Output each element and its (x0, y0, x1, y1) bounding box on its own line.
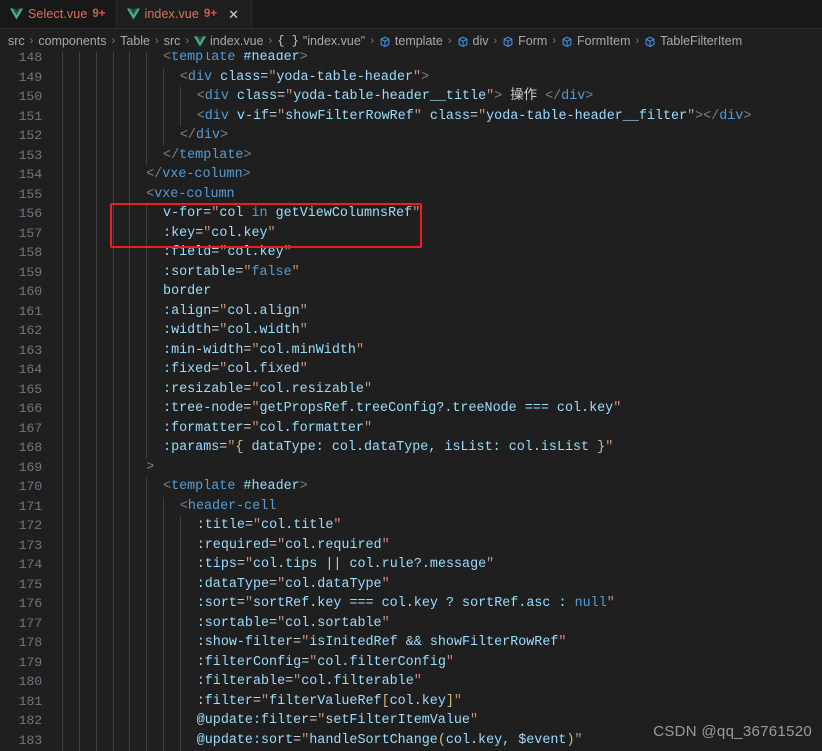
tab-bar-filler (252, 0, 822, 28)
code-line[interactable]: :min-width="col.minWidth" (163, 341, 364, 361)
code-line[interactable]: :filterConfig="col.filterConfig" (197, 653, 454, 673)
breadcrumb-separator: › (493, 34, 498, 47)
editor-tab-bar: Select.vue 9+ index.vue 9+ ✕ (0, 0, 822, 29)
breadcrumb-separator: › (185, 34, 190, 47)
code-line[interactable]: v-for="col in getViewColumnsRef" (163, 204, 420, 224)
breadcrumb-item-label: template (394, 33, 443, 48)
breadcrumb-item-src[interactable]: src (164, 34, 181, 48)
tab-problem-badge: 9+ (92, 8, 106, 20)
code-line[interactable]: :fixed="col.fixed" (163, 360, 308, 380)
breadcrumb-item-label: "index.vue" (302, 33, 366, 48)
code-line[interactable]: :show-filter="isInitedRef && showFilterR… (197, 633, 567, 653)
code-line[interactable]: :width="col.width" (163, 321, 308, 341)
code-line[interactable]: <vxe-column (146, 185, 234, 205)
code-line[interactable]: :required="col.required" (197, 536, 390, 556)
code-line[interactable]: <div v-if="showFilterRowRef" class="yoda… (197, 107, 752, 127)
code-line[interactable]: :params="{ dataType: col.dataType, isLis… (163, 438, 613, 458)
code-line[interactable]: :sortable="false" (163, 263, 300, 283)
close-icon[interactable]: ✕ (226, 7, 241, 22)
breadcrumb-item-label: FormItem (577, 33, 631, 48)
code-line[interactable]: > (146, 458, 154, 478)
breadcrumb-separator: › (370, 34, 374, 47)
breadcrumb-separator: › (552, 34, 557, 47)
braces-icon: { } (277, 33, 299, 48)
breadcrumb-item-indexvue[interactable]: index.vue (194, 34, 264, 48)
breadcrumb-item-label: index.vue (210, 33, 264, 48)
breadcrumb-item-label: Form (518, 33, 548, 48)
breadcrumb-separator: › (111, 34, 116, 47)
cube-icon (379, 36, 391, 48)
breadcrumb-item-template[interactable]: template (379, 34, 443, 48)
code-line[interactable]: <div class="yoda-table-header"> (180, 68, 429, 88)
breadcrumb-item-label: components (38, 33, 107, 48)
cube-icon (561, 36, 573, 48)
breadcrumb-item-div[interactable]: div (457, 34, 489, 48)
code-line[interactable]: :tree-node="getPropsRef.treeConfig?.tree… (163, 399, 621, 419)
breadcrumb-separator: › (29, 34, 34, 47)
code-line[interactable]: :sort="sortRef.key === col.key ? sortRef… (197, 594, 615, 614)
breadcrumb-item-components[interactable]: components (38, 34, 106, 48)
breadcrumb-item-label: TableFilterItem (660, 33, 743, 48)
vscode-window: Select.vue 9+ index.vue 9+ ✕ src › compone… (0, 0, 822, 751)
code-line[interactable]: <template #header> (163, 52, 308, 68)
breadcrumb-item-label: src (163, 33, 181, 48)
cube-icon (644, 36, 656, 48)
code-line[interactable]: <div class="yoda-table-header__title"> 操… (197, 87, 594, 107)
tab-label: Select.vue (28, 7, 88, 21)
breadcrumb-separator: › (635, 34, 640, 47)
breadcrumb-separator: › (447, 34, 452, 47)
code-line[interactable]: :formatter="col.formatter" (163, 419, 372, 439)
code-line[interactable]: </div> (180, 126, 228, 146)
breadcrumb-item-label: Table (120, 33, 151, 48)
code-line[interactable]: :title="col.title" (197, 516, 342, 536)
breadcrumb-item-table[interactable]: Table (120, 34, 150, 48)
code-line[interactable]: :field="col.key" (163, 243, 292, 263)
code-line[interactable]: :resizable="col.resizable" (163, 380, 372, 400)
code-line[interactable]: :filterable="col.filterable" (197, 672, 422, 692)
breadcrumb-item-tablefilteritem[interactable]: TableFilterItem (644, 34, 742, 48)
breadcrumb: src › components › Table › src › index.vue › { } "i… (0, 29, 822, 52)
code-line[interactable]: :filter="filterValueRef[col.key]" (197, 692, 462, 712)
cube-icon (502, 36, 514, 48)
code-line[interactable]: <template #header> (163, 477, 308, 497)
breadcrumb-item-formitem[interactable]: FormItem (561, 33, 631, 48)
code-line[interactable]: :sortable="col.sortable" (197, 614, 390, 634)
breadcrumb-item-indexvue[interactable]: { } "index.vue" (277, 34, 365, 48)
tab-problem-badge: 9+ (203, 8, 218, 20)
cube-icon (457, 36, 469, 48)
code-line[interactable]: :tips="col.tips || col.rule?.message" (197, 555, 494, 575)
code-line[interactable]: border (163, 282, 211, 302)
breadcrumb-item-label: div (472, 33, 489, 48)
code-line[interactable]: @update:sort="handleSortChange(col.key, … (197, 731, 583, 751)
breadcrumb-item-form[interactable]: Form (502, 34, 547, 48)
code-line[interactable]: :align="col.align" (163, 302, 308, 322)
breadcrumb-item-src[interactable]: src (8, 34, 25, 48)
tab-index-vue[interactable]: index.vue 9+ ✕ (116, 0, 253, 28)
vue-logo-icon (126, 8, 140, 20)
vue-logo-icon (194, 35, 207, 48)
code-line[interactable]: @update:filter="setFilterItemValue" (197, 711, 478, 731)
code-line[interactable]: <header-cell (180, 497, 276, 517)
code-line[interactable]: </template> (163, 146, 251, 166)
breadcrumb-separator: › (268, 34, 273, 47)
tab-select-vue[interactable]: Select.vue 9+ (0, 0, 117, 28)
code-content[interactable]: <template #header> <div class="yoda-table… (0, 52, 822, 751)
code-line[interactable]: </vxe-column> (146, 165, 250, 185)
breadcrumb-separator: › (155, 34, 159, 47)
vue-logo-icon (10, 8, 23, 20)
code-line[interactable]: :dataType="col.dataType" (197, 575, 390, 595)
breadcrumb-item-label: src (8, 33, 25, 48)
tab-label: index.vue (144, 7, 199, 21)
code-line[interactable]: :key="col.key" (163, 224, 276, 244)
code-editor[interactable]: 148 149 150 151 152 153 154 155 156 157 158 159 160 1… (0, 52, 822, 751)
